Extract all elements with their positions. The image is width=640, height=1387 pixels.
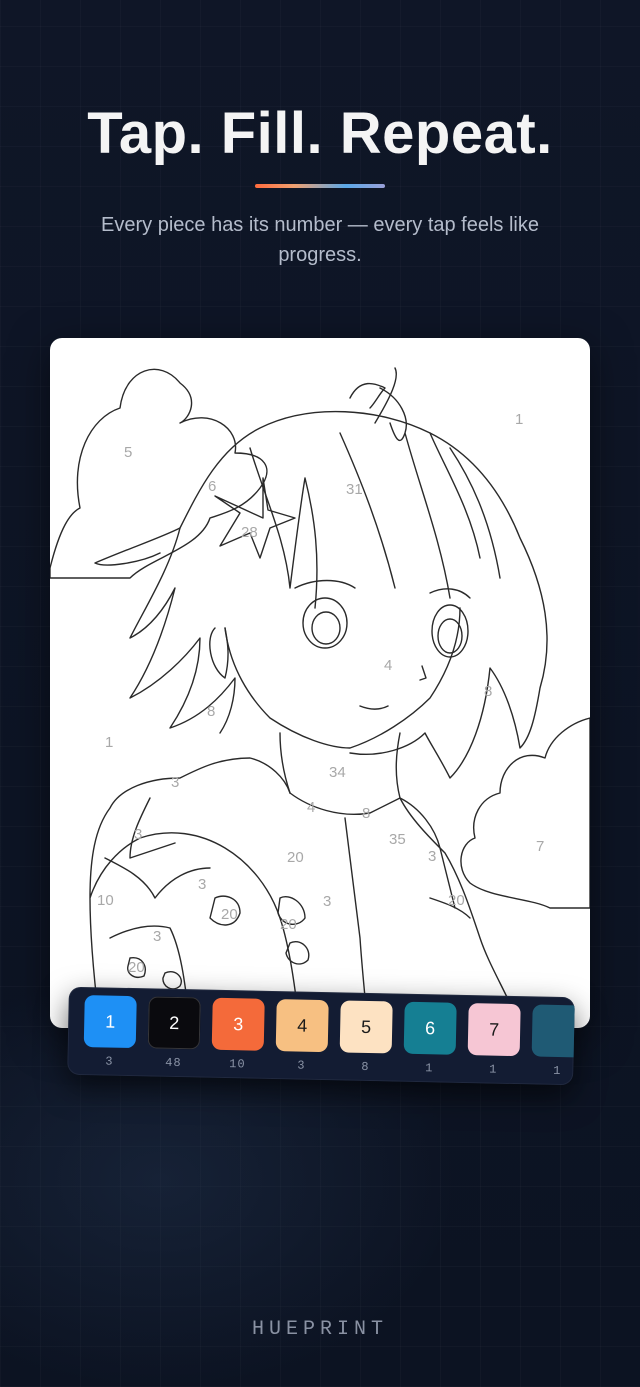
color-swatch-3[interactable]: 3 [211,997,265,1051]
color-swatch-6[interactable]: 6 [403,1001,457,1055]
cloud-left [50,368,268,579]
region-number[interactable]: 8 [484,683,492,700]
ear [209,627,229,679]
color-swatch-5[interactable]: 5 [339,1000,393,1054]
region-number[interactable]: 3 [198,876,206,893]
swatch-number: 4 [297,1015,308,1036]
region-number[interactable]: 8 [207,703,215,720]
region-number[interactable]: 20 [448,892,465,909]
star-hairpin [214,477,296,559]
swatch-remaining-count: 3 [105,1054,114,1069]
page-subtitle: Every piece has its number — every tap f… [101,214,539,266]
region-number[interactable]: 20 [128,959,145,976]
region-number[interactable]: 3 [323,893,331,910]
swatch-number: 5 [360,1016,372,1037]
swatch-remaining-count: 8 [361,1059,370,1075]
region-number[interactable]: 5 [124,444,132,461]
region-number[interactable]: 10 [97,892,114,909]
eye-right-inner [437,618,463,654]
swatch-number: 6 [424,1017,436,1038]
region-number[interactable]: 31 [346,481,363,498]
nose [419,665,427,681]
brand-logo: HUEPRINT [251,1318,388,1341]
region-number[interactable]: 7 [536,838,544,855]
coloring-canvas[interactable]: 1 5 6 31 28 4 8 8 1 34 4 3 3 8 35 3 7 20… [50,338,590,1028]
swatch-number: 3 [233,1013,244,1034]
region-number[interactable]: 20 [280,916,297,933]
eye-left-inner [311,611,341,645]
color-swatch-7[interactable]: 7 [467,1003,521,1057]
hair-outline [94,410,548,779]
region-number[interactable]: 3 [428,848,436,865]
swatch-number: 2 [169,1012,180,1033]
swatch-remaining-count: 1 [425,1061,434,1076]
region-number[interactable]: 3 [134,826,142,843]
region-number[interactable]: 3 [171,774,179,791]
swatch-remaining-count: 10 [229,1057,246,1072]
region-number[interactable]: 28 [241,524,258,541]
color-swatch-8[interactable] [531,1004,575,1058]
swatch-number: 1 [105,1010,116,1032]
eye-left [302,597,348,649]
eye-right [431,604,469,658]
color-palette: 1 3 2 48 3 10 4 3 5 8 6 1 7 1 1 [67,986,575,1086]
color-swatch-4[interactable]: 4 [275,999,329,1053]
region-number[interactable]: 4 [384,657,392,674]
swatch-remaining-count: 3 [297,1058,306,1073]
region-number[interactable]: 6 [208,478,216,495]
brow-left [294,579,356,589]
swatch-remaining-count: 48 [165,1055,182,1071]
region-number[interactable]: 20 [287,849,304,866]
region-number[interactable]: 3 [153,928,161,945]
region-number[interactable]: 8 [362,805,370,822]
region-number[interactable]: 4 [307,799,315,816]
color-swatch-2[interactable]: 2 [147,996,201,1050]
region-number[interactable]: 20 [221,906,238,923]
title-accent-bar [255,184,385,188]
hair-strands-top [249,387,501,609]
region-number[interactable]: 34 [329,764,346,781]
page-title: Tap. Fill. Repeat. [87,101,553,166]
swatch-number: 7 [488,1019,500,1040]
cloud-right [460,717,590,909]
region-number[interactable]: 35 [389,831,406,848]
swatch-remaining-count: 1 [553,1063,562,1079]
region-number[interactable]: 1 [515,411,523,428]
region-number[interactable]: 1 [105,734,113,751]
swatch-remaining-count: 1 [489,1062,498,1077]
color-swatch-1[interactable]: 1 [83,995,137,1049]
mouth [359,705,389,710]
